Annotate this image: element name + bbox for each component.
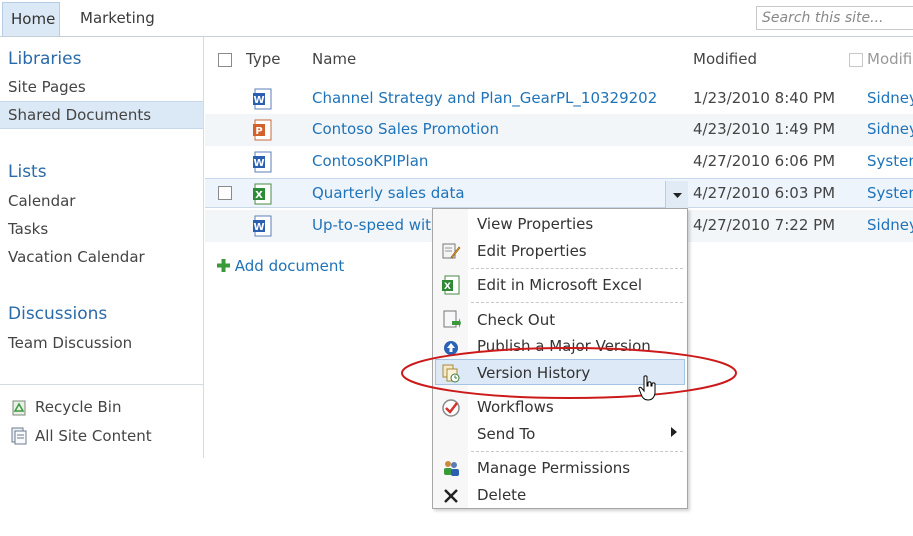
svg-text:W: W bbox=[253, 222, 264, 233]
nav-item-recycle-bin[interactable]: Recycle Bin bbox=[35, 398, 121, 416]
modified-date: 1/23/2010 8:40 PM bbox=[693, 89, 836, 107]
search-input[interactable]: Search this site... bbox=[756, 6, 913, 30]
tab-marketing[interactable]: Marketing bbox=[72, 2, 163, 36]
menu-item-workflows[interactable]: Workflows bbox=[477, 398, 554, 416]
nav-item-vacation-calendar[interactable]: Vacation Calendar bbox=[8, 248, 145, 266]
nav-divider bbox=[0, 384, 203, 385]
svg-text:X: X bbox=[444, 282, 451, 292]
modified-by-link[interactable]: System bbox=[867, 184, 913, 202]
nav-item-team-discussion[interactable]: Team Discussion bbox=[8, 334, 132, 352]
workflows-icon bbox=[442, 399, 460, 417]
manage-permissions-icon bbox=[444, 461, 459, 476]
svg-text:X: X bbox=[255, 190, 263, 201]
menu-item-manage-permissions[interactable]: Manage Permissions bbox=[477, 459, 630, 477]
modified-by-link[interactable]: Sidney bbox=[867, 89, 913, 107]
column-header-name[interactable]: Name bbox=[312, 50, 356, 68]
document-link[interactable]: Up-to-speed wit bbox=[312, 216, 431, 234]
tab-home[interactable]: Home bbox=[2, 2, 60, 36]
hand-cursor-icon bbox=[638, 375, 656, 401]
row-checkbox[interactable] bbox=[218, 186, 232, 200]
nav-item-calendar[interactable]: Calendar bbox=[8, 192, 75, 210]
add-document-link[interactable]: Add document bbox=[217, 257, 344, 275]
modified-date: 4/27/2010 6:06 PM bbox=[693, 152, 836, 170]
annotation-ellipse bbox=[401, 347, 737, 399]
menu-separator bbox=[471, 268, 683, 269]
svg-text:W: W bbox=[253, 95, 264, 106]
excel-doc-icon: X bbox=[253, 183, 272, 205]
edit-properties-icon bbox=[442, 243, 461, 259]
column-header-modified[interactable]: Modified bbox=[693, 50, 757, 68]
modified-by-checkbox[interactable] bbox=[849, 53, 863, 67]
menu-item-check-out[interactable]: Check Out bbox=[477, 311, 555, 329]
modified-by-link[interactable]: Sidney bbox=[867, 120, 913, 138]
recycle-bin-icon bbox=[12, 400, 26, 416]
column-header-type[interactable]: Type bbox=[246, 50, 280, 68]
edit-control-block-button[interactable] bbox=[665, 181, 688, 208]
nav-item-all-site-content[interactable]: All Site Content bbox=[35, 427, 152, 445]
nav-heading-libraries[interactable]: Libraries bbox=[8, 49, 81, 69]
word-doc-icon: W bbox=[253, 88, 272, 110]
document-link[interactable]: Quarterly sales data bbox=[312, 184, 465, 202]
modified-date: 4/23/2010 1:49 PM bbox=[693, 120, 836, 138]
word-doc-icon: W bbox=[253, 151, 272, 173]
top-nav-bar: Home Marketing Search this site... bbox=[0, 0, 913, 37]
menu-separator bbox=[471, 302, 683, 303]
nav-item-shared-documents[interactable]: Shared Documents bbox=[8, 106, 151, 124]
document-link[interactable]: ContosoKPIPlan bbox=[312, 152, 428, 170]
svg-text:W: W bbox=[253, 158, 264, 169]
delete-icon bbox=[444, 489, 458, 503]
modified-date: 4/27/2010 6:03 PM bbox=[693, 184, 836, 202]
nav-item-site-pages[interactable]: Site Pages bbox=[8, 78, 86, 96]
nav-heading-lists[interactable]: Lists bbox=[8, 162, 47, 182]
menu-item-edit-in-excel[interactable]: Edit in Microsoft Excel bbox=[477, 276, 642, 294]
menu-item-delete[interactable]: Delete bbox=[477, 486, 526, 504]
all-site-content-icon bbox=[11, 427, 27, 445]
powerpoint-doc-icon: P bbox=[253, 119, 272, 141]
word-doc-icon: W bbox=[253, 215, 272, 237]
svg-text:P: P bbox=[255, 126, 262, 137]
submenu-arrow-icon bbox=[671, 427, 677, 437]
select-all-checkbox[interactable] bbox=[218, 53, 232, 67]
nav-heading-discussions[interactable]: Discussions bbox=[8, 304, 107, 324]
chevron-down-icon bbox=[673, 193, 682, 198]
excel-icon: X bbox=[442, 275, 460, 295]
document-link[interactable]: Contoso Sales Promotion bbox=[312, 120, 499, 138]
column-header-modified-by[interactable]: Modifi bbox=[867, 50, 912, 68]
menu-separator bbox=[471, 451, 683, 452]
modified-by-link[interactable]: System bbox=[867, 152, 913, 170]
menu-item-view-properties[interactable]: View Properties bbox=[477, 215, 593, 233]
plus-icon bbox=[217, 259, 230, 272]
modified-date: 4/27/2010 7:22 PM bbox=[693, 216, 836, 234]
document-link[interactable]: Channel Strategy and Plan_GearPL_1032920… bbox=[312, 89, 657, 107]
add-document-label: Add document bbox=[234, 257, 345, 275]
modified-by-link[interactable]: Sidney bbox=[867, 216, 913, 234]
menu-item-edit-properties[interactable]: Edit Properties bbox=[477, 242, 587, 260]
left-navigation: Libraries Site Pages Shared Documents Li… bbox=[0, 37, 204, 458]
nav-item-tasks[interactable]: Tasks bbox=[8, 220, 48, 238]
check-out-icon bbox=[443, 310, 461, 328]
menu-item-send-to[interactable]: Send To bbox=[477, 425, 535, 443]
